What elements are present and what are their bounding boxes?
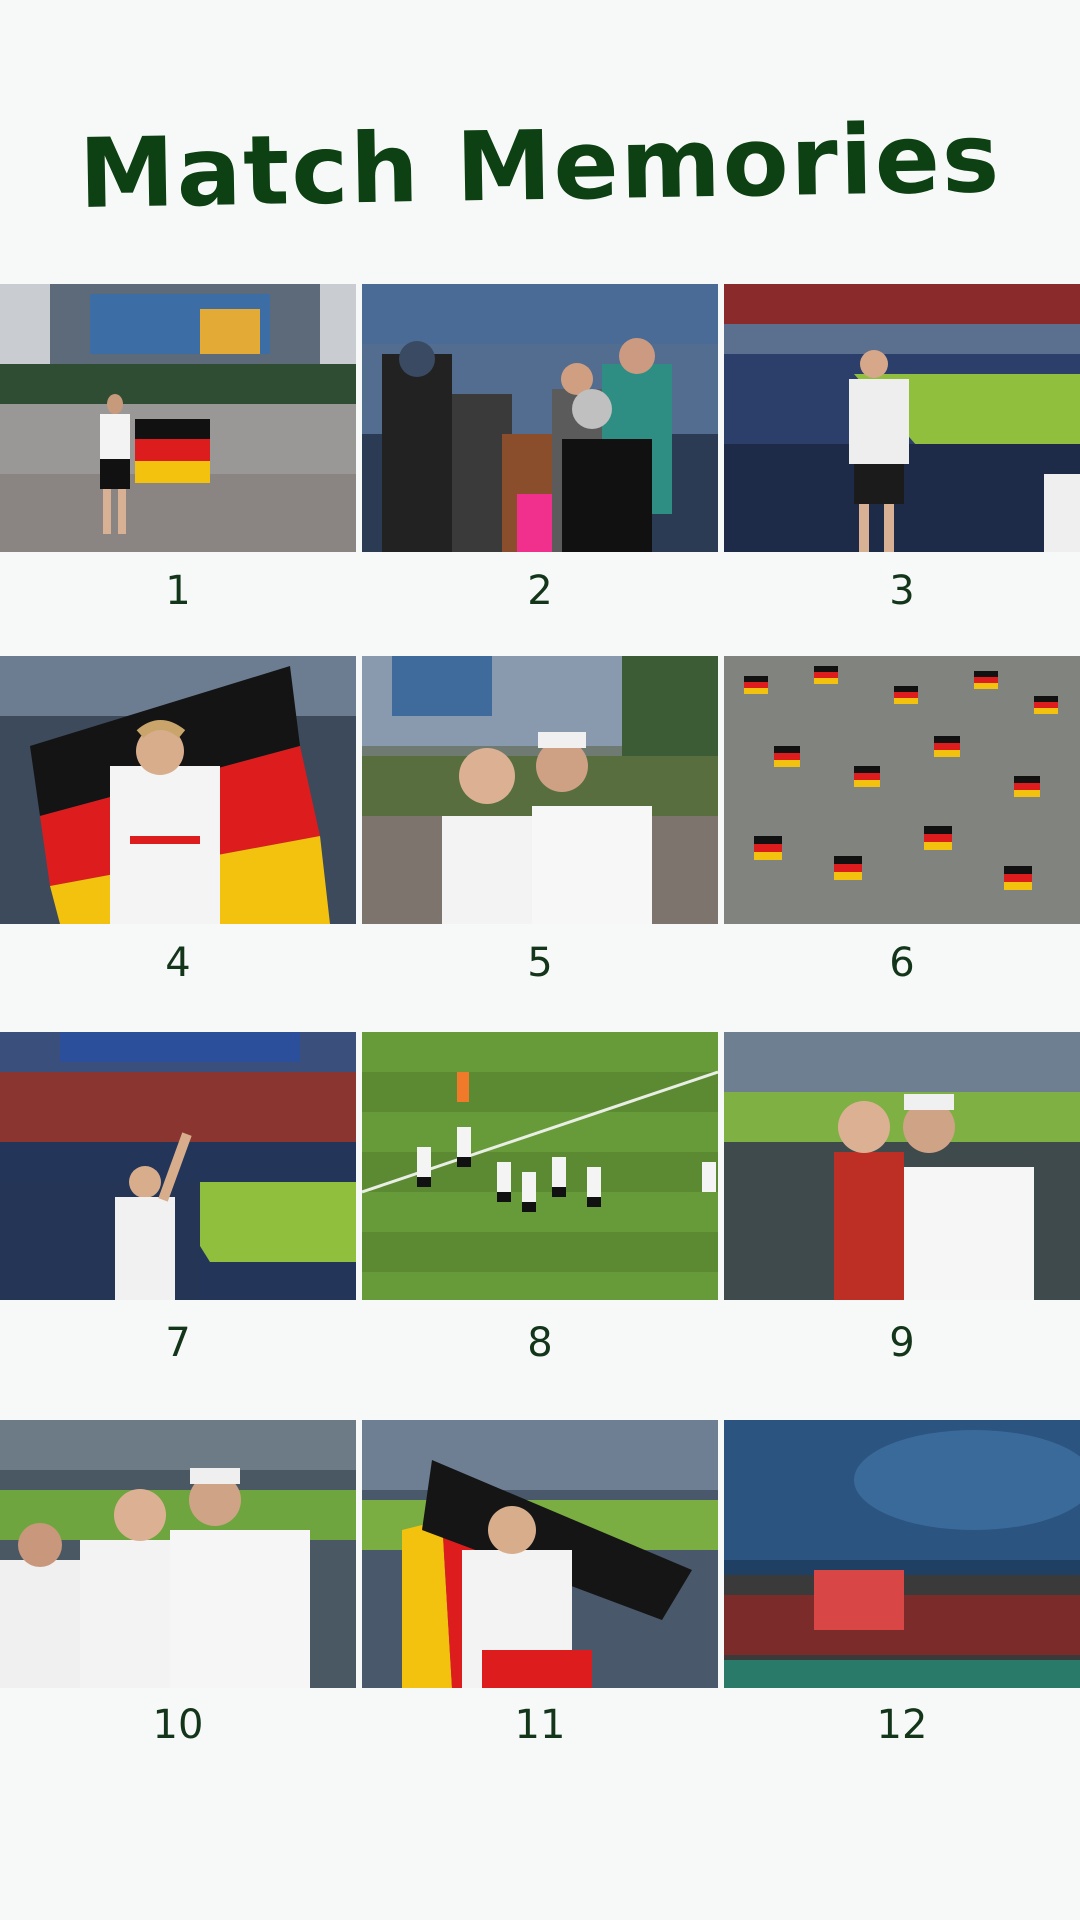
photo-12-number: 12 xyxy=(876,1702,928,1748)
photo-10-number: 10 xyxy=(152,1702,204,1748)
photo-6-crowd-waving-flags[interactable] xyxy=(724,656,1080,924)
photo-3-number: 3 xyxy=(889,568,915,614)
photo-6-number: 6 xyxy=(889,940,915,986)
photo-12-stadium-under-dark-sky[interactable] xyxy=(724,1420,1080,1688)
photo-4-woman-holding-german-flag[interactable] xyxy=(0,656,356,924)
photo-4-number: 4 xyxy=(165,940,191,986)
photo-5-couple-selfie-outside[interactable] xyxy=(362,656,718,924)
photo-8-number: 8 xyxy=(527,1320,553,1366)
photo-1-number: 1 xyxy=(165,568,191,614)
photo-9-number: 9 xyxy=(889,1320,915,1366)
photo-11-number: 11 xyxy=(514,1702,566,1748)
photo-7-number: 7 xyxy=(165,1320,191,1366)
photo-3-stadium-stands[interactable] xyxy=(724,284,1080,552)
photo-2-tv-interview[interactable] xyxy=(362,284,718,552)
photo-1-rainy-plaza-with-flag[interactable] xyxy=(0,284,356,552)
photo-8-players-on-pitch[interactable] xyxy=(362,1032,718,1300)
photo-2-number: 2 xyxy=(527,568,553,614)
photo-11-woman-with-flag-stadium[interactable] xyxy=(362,1420,718,1688)
photo-9-couple-selfie-in-stadium[interactable] xyxy=(724,1032,1080,1300)
page-title: Match Memories xyxy=(78,101,1002,231)
photo-5-number: 5 xyxy=(527,940,553,986)
photo-10-group-selfie-stands[interactable] xyxy=(0,1420,356,1688)
photo-7-woman-cheering-in-stands[interactable] xyxy=(0,1032,356,1300)
